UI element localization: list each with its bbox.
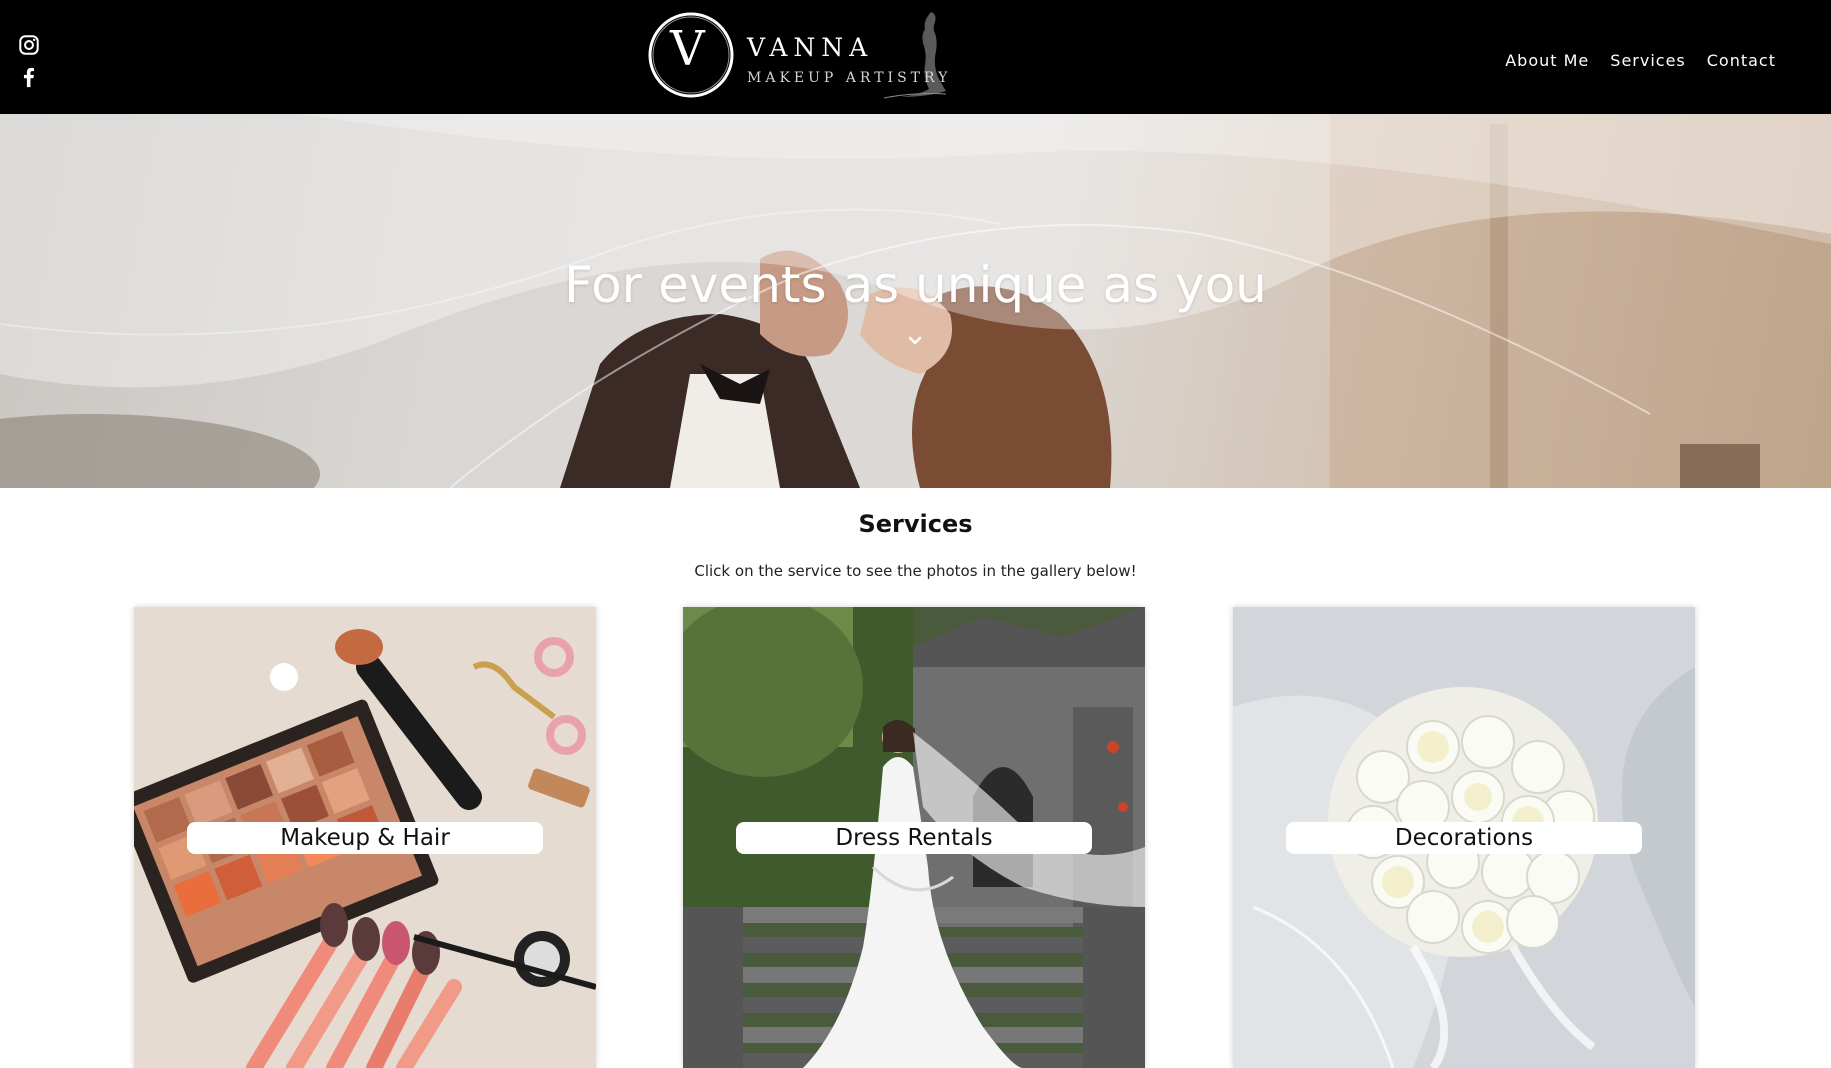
card-label: Decorations: [1286, 822, 1642, 854]
instagram-icon: [19, 35, 39, 55]
site-header: V VANNA MAKEUP ARTISTRY About Me Service…: [0, 0, 1831, 114]
nav-about-me[interactable]: About Me: [1505, 51, 1589, 70]
service-card-makeup-hair[interactable]: Makeup & Hair: [134, 607, 596, 1068]
logo-subtitle: MAKEUP ARTISTRY: [747, 70, 952, 86]
card-label: Dress Rentals: [736, 822, 1092, 854]
hero-banner: For events as unique as you: [0, 114, 1831, 488]
social-links: [18, 34, 42, 98]
chevron-down-icon[interactable]: [906, 334, 924, 348]
hero-title: For events as unique as you: [564, 256, 1267, 314]
card-label: Makeup & Hair: [187, 822, 543, 854]
service-card-dress-rentals[interactable]: Dress Rentals: [683, 607, 1145, 1068]
facebook-icon: [23, 67, 34, 88]
facebook-link[interactable]: [18, 66, 40, 88]
site-logo[interactable]: V VANNA MAKEUP ARTISTRY: [644, 8, 948, 102]
services-heading: Services: [858, 510, 973, 538]
main-nav: About Me Services Contact: [1505, 51, 1776, 70]
logo-name: VANNA: [747, 33, 874, 62]
nav-services[interactable]: Services: [1610, 51, 1685, 70]
nav-contact[interactable]: Contact: [1707, 51, 1776, 70]
logo-monogram: V: [670, 21, 705, 77]
service-card-decorations[interactable]: Decorations: [1233, 607, 1695, 1068]
services-subtitle: Click on the service to see the photos i…: [694, 562, 1137, 580]
instagram-link[interactable]: [18, 34, 40, 56]
